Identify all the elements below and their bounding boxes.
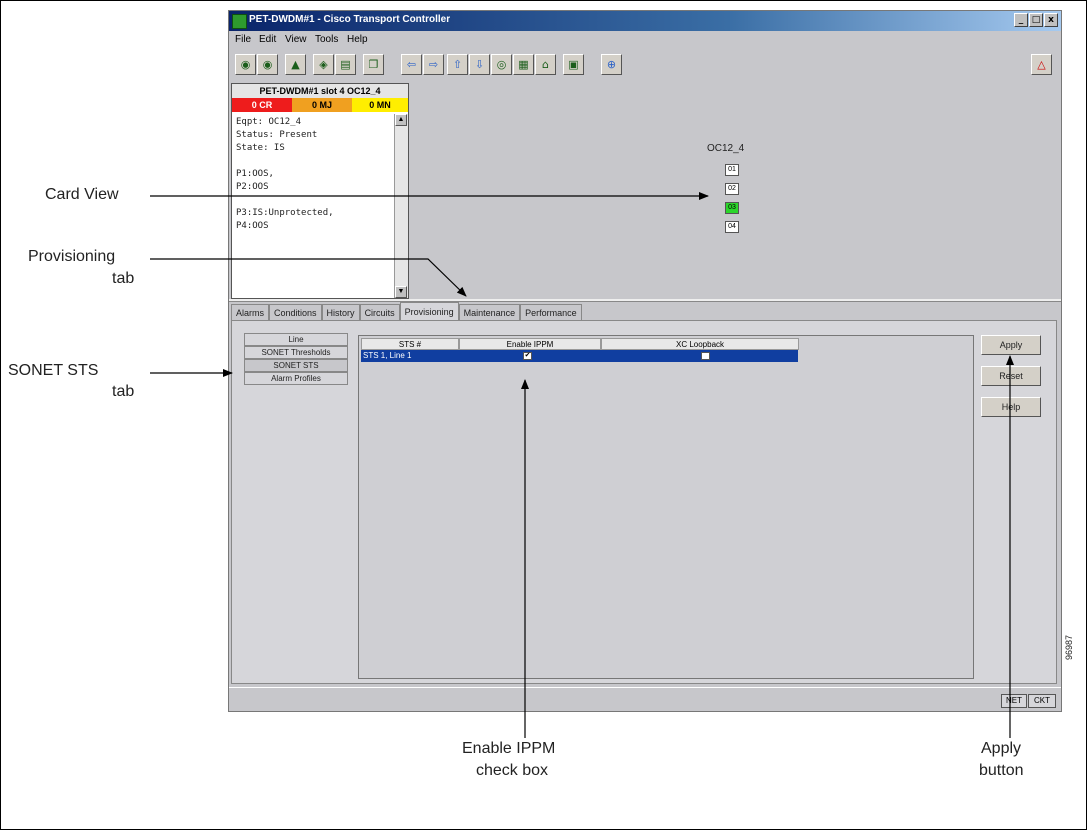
callout-lines	[150, 192, 1014, 738]
enable-ippm-annotation-line2: check box	[476, 762, 549, 779]
provisioning-annotation-line1: Provisioning	[28, 248, 116, 265]
apply-annotation-line1: Apply	[981, 740, 1022, 757]
sonet-sts-annotation-line2: tab	[112, 383, 135, 400]
sonet-sts-annotation-line1: SONET STS	[8, 362, 99, 379]
enable-ippm-annotation-line1: Enable IPPM	[462, 740, 556, 757]
apply-annotation-line2: button	[979, 762, 1024, 779]
provisioning-annotation-line2: tab	[112, 270, 135, 287]
figure-number: 96987	[1064, 634, 1074, 660]
card-view-annotation: Card View	[45, 186, 119, 203]
